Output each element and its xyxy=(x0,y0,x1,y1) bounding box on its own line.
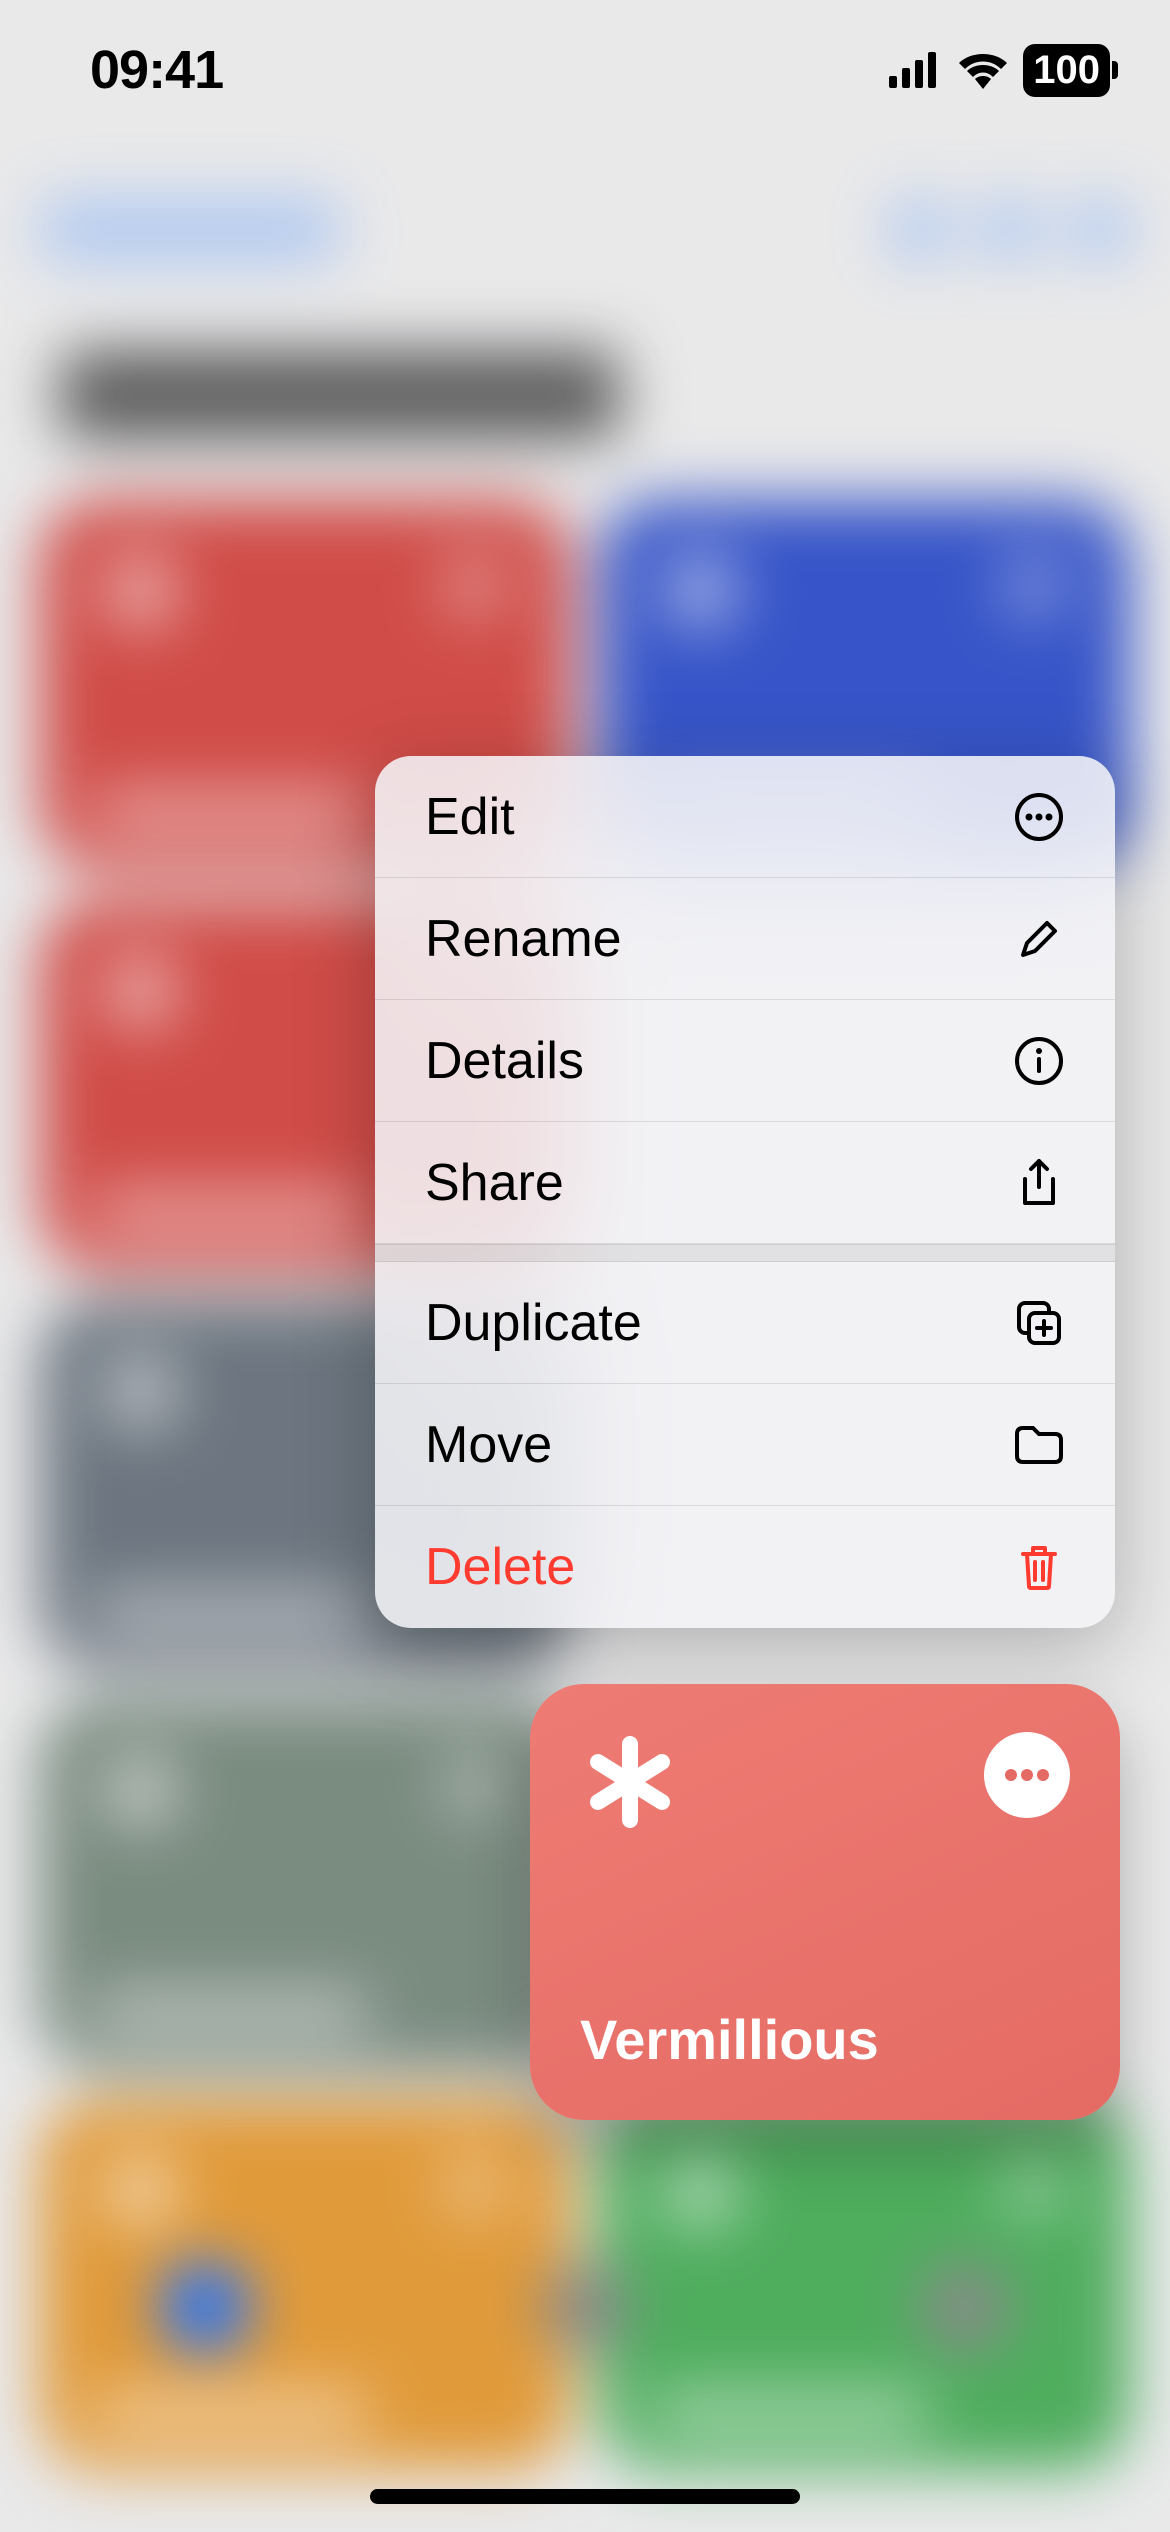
bg-action-2 xyxy=(980,200,1040,260)
duplicate-icon xyxy=(1013,1297,1065,1349)
battery-icon: 100 xyxy=(1023,44,1110,97)
bg-tab-1 xyxy=(160,2262,250,2352)
shortcut-card[interactable]: Vermillious xyxy=(530,1684,1120,2120)
menu-item-details[interactable]: Details xyxy=(375,1000,1115,1122)
menu-label-details: Details xyxy=(425,1031,584,1091)
menu-item-edit[interactable]: Edit xyxy=(375,756,1115,878)
cellular-icon xyxy=(889,52,943,88)
menu-separator xyxy=(375,1244,1115,1262)
wifi-icon xyxy=(957,51,1009,89)
menu-item-delete[interactable]: Delete xyxy=(375,1506,1115,1628)
status-time: 09:41 xyxy=(90,39,223,101)
menu-item-move[interactable]: Move xyxy=(375,1384,1115,1506)
menu-item-share[interactable]: Share xyxy=(375,1122,1115,1244)
bg-tile-6 xyxy=(40,2100,570,2470)
menu-label-delete: Delete xyxy=(425,1537,575,1597)
menu-label-duplicate: Duplicate xyxy=(425,1293,642,1353)
folder-icon xyxy=(1013,1419,1065,1471)
bg-action-3 xyxy=(1070,200,1130,260)
pencil-icon xyxy=(1013,913,1065,965)
ellipsis-circle-icon xyxy=(1013,791,1065,843)
menu-label-rename: Rename xyxy=(425,909,622,969)
bg-tile-7 xyxy=(600,2100,1130,2470)
bg-tab-3 xyxy=(920,2262,1010,2352)
home-indicator[interactable] xyxy=(370,2489,800,2504)
menu-item-duplicate[interactable]: Duplicate xyxy=(375,1262,1115,1384)
status-indicators: 100 xyxy=(889,44,1110,97)
bg-action-1 xyxy=(890,200,950,260)
bg-back-button xyxy=(40,200,340,260)
menu-label-move: Move xyxy=(425,1415,552,1475)
bg-tile-5 xyxy=(40,1700,570,2070)
bg-page-title xyxy=(60,350,620,440)
info-circle-icon xyxy=(1013,1035,1065,1087)
menu-item-rename[interactable]: Rename xyxy=(375,878,1115,1000)
trash-icon xyxy=(1013,1541,1065,1593)
asterisk-icon xyxy=(580,1732,680,1832)
status-bar: 09:41 100 xyxy=(0,0,1170,140)
shortcut-title: Vermillious xyxy=(580,2007,1070,2072)
menu-label-edit: Edit xyxy=(425,787,515,847)
context-menu: Edit Rename Details Share Duplicate Move xyxy=(375,756,1115,1628)
bg-tab-2 xyxy=(540,2262,630,2352)
share-icon xyxy=(1013,1157,1065,1209)
menu-label-share: Share xyxy=(425,1153,564,1213)
card-more-button[interactable] xyxy=(984,1732,1070,1818)
